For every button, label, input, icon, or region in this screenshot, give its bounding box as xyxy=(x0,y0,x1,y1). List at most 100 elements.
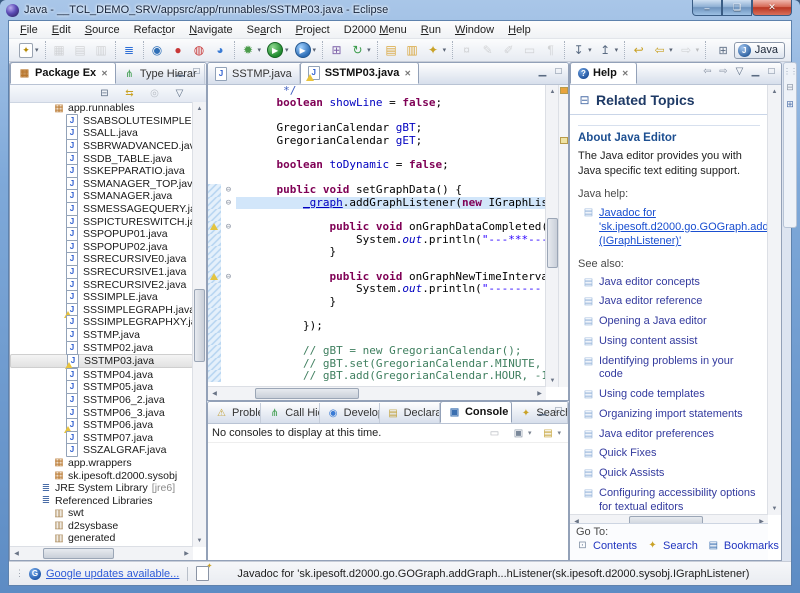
see-also-link[interactable]: ▤Java editor reference xyxy=(582,295,760,309)
close-button[interactable]: ✕ xyxy=(752,0,792,16)
close-tab-icon[interactable]: ✕ xyxy=(404,69,411,78)
focus-task-button[interactable]: ◎ xyxy=(145,85,164,102)
tree-item[interactable]: JSSTMP04.java xyxy=(10,368,193,381)
goto-bookmarks-link[interactable]: ▤Bookmarks xyxy=(707,539,779,552)
code-line[interactable]: ⊖ public void onGraphNewTimeInterval(IGr… xyxy=(208,271,546,283)
tree-item[interactable]: ≣Referenced Libraries xyxy=(10,494,193,507)
back-help-button[interactable]: ⇦ xyxy=(701,66,714,77)
code-line[interactable] xyxy=(208,110,546,122)
search-dropdown-icon[interactable]: ▾ xyxy=(443,46,447,54)
scroll-down-arrow[interactable]: ▼ xyxy=(193,534,206,547)
see-also-link[interactable]: ▤Java editor preferences xyxy=(582,428,760,442)
scroll-left-arrow[interactable]: ◀ xyxy=(208,387,221,400)
see-also-link[interactable]: ▤Configuring accessibility options for t… xyxy=(582,487,760,515)
fold-marker-icon[interactable]: ⊖ xyxy=(221,271,236,283)
d2000-target-button[interactable]: ◍ xyxy=(190,42,209,59)
fold-marker-icon[interactable]: ⊖ xyxy=(221,197,236,209)
d2000-blue-button[interactable]: ◕ xyxy=(211,42,230,59)
code-line[interactable]: // gBT.set(GregorianCalendar.MINUTE, 0); xyxy=(208,358,546,370)
tree-item[interactable]: JSSSIMPLE.java xyxy=(10,291,193,304)
display-console-button[interactable]: ▣▾ xyxy=(509,425,534,442)
code-line[interactable]: System.out.println("---***---onGraphDat xyxy=(208,234,546,246)
tree-item[interactable]: JSSSIMPLEGRAPH.java xyxy=(10,304,193,317)
tree-item[interactable]: JSSTMP06_3.java xyxy=(10,406,193,419)
maximize-view-icon[interactable]: □ xyxy=(552,405,565,416)
tree-item[interactable]: ▥d2sysbase xyxy=(10,520,193,533)
see-also-link[interactable]: ▤Java editor concepts xyxy=(582,276,760,290)
overview-ruler[interactable] xyxy=(558,85,568,387)
scroll-left-arrow[interactable]: ◀ xyxy=(10,547,23,560)
menu-d2000-menu[interactable]: D2000 Menu xyxy=(337,23,414,37)
editor-tab-sstmp-java[interactable]: JSSTMP.java xyxy=(208,64,300,84)
run-button[interactable]: ▶▾ xyxy=(265,41,291,59)
external-tools-dropdown-icon[interactable]: ▾ xyxy=(313,46,317,54)
open-folder-button[interactable]: ▥ xyxy=(403,42,422,59)
tree-item[interactable]: JSSSIMPLEGRAPHXY.java xyxy=(10,316,193,329)
menu-file[interactable]: File xyxy=(13,23,45,37)
code-line[interactable]: }); xyxy=(208,320,546,332)
tree-item[interactable]: JSSTMP05.java xyxy=(10,381,193,394)
open-plugin-button[interactable]: ▤ xyxy=(382,42,401,59)
overview-warning-marker[interactable] xyxy=(560,137,568,144)
tree-item[interactable]: JSSRECURSIVE0.java xyxy=(10,253,193,266)
code-line[interactable]: boolean showLine = false; xyxy=(208,97,546,109)
tree-item[interactable]: JSSBRWADVANCED.java xyxy=(10,140,193,153)
forward-help-button[interactable]: ⇨ xyxy=(717,66,730,77)
back-button[interactable]: ⇦▾ xyxy=(650,42,675,59)
tree-item[interactable]: JSSPOPUP02.java xyxy=(10,241,193,254)
new-java-project-button[interactable]: ⊞ xyxy=(327,42,346,59)
tree-item[interactable]: JSSZALGRAF.java xyxy=(10,444,193,457)
code-line[interactable] xyxy=(208,172,546,184)
close-tab-icon[interactable]: ✕ xyxy=(101,69,108,78)
tree-item[interactable]: JSSMANAGER.java xyxy=(10,190,193,203)
tree-item[interactable]: ▦app.wrappers xyxy=(10,457,193,470)
sliders-button[interactable]: ≣ xyxy=(120,42,139,59)
tree-item[interactable]: JSSTMP03.java xyxy=(10,354,193,369)
minimize-view-icon[interactable]: ▁ xyxy=(536,405,549,416)
next-annotation-button[interactable]: ↧▾ xyxy=(569,42,594,59)
see-also-link[interactable]: ▤Identifying problems in your code xyxy=(582,355,760,383)
editor-vertical-scrollbar[interactable]: ▲ ▼ xyxy=(545,85,559,387)
see-also-link[interactable]: ▤Opening a Java editor xyxy=(582,315,760,329)
console-tab-develop[interactable]: ◉Develop xyxy=(320,403,380,423)
tree-item[interactable]: JSSABSOLUTESIMPLE.java xyxy=(10,115,193,128)
title-bar[interactable]: Java - __TCL_DEMO_SRV/appsrc/app/runnabl… xyxy=(0,0,800,20)
d2000-red-button[interactable]: ● xyxy=(169,42,188,59)
code-line[interactable]: // gBT.add(GregorianCalendar.HOUR, -10); xyxy=(208,370,546,382)
tree-item[interactable]: JSSTMP06.java xyxy=(10,419,193,432)
close-tab-icon[interactable]: ✕ xyxy=(622,69,629,78)
code-line[interactable]: GregorianCalendar gBT; xyxy=(208,122,546,134)
debug-dropdown-icon[interactable]: ▾ xyxy=(258,46,262,54)
back-dropdown-icon[interactable]: ▾ xyxy=(669,46,673,54)
drag-handle-icon[interactable]: ⋮⋮ xyxy=(783,67,797,76)
tree-item[interactable]: JSSTMP.java xyxy=(10,329,193,342)
help-vertical-scrollbar[interactable]: ▲ ▼ xyxy=(767,85,781,515)
generate-button[interactable]: ↻▾ xyxy=(348,42,373,59)
scrollbar-thumb[interactable] xyxy=(43,548,115,559)
menu-navigate[interactable]: Navigate xyxy=(182,23,239,37)
minimize-button[interactable]: – xyxy=(692,0,722,16)
maximize-view-icon[interactable]: □ xyxy=(190,66,203,77)
tree-item[interactable]: ▥generated xyxy=(10,532,193,545)
menu-refactor[interactable]: Refactor xyxy=(127,23,183,37)
tree-item[interactable]: ≣JRE System Library[jre6] xyxy=(10,482,193,495)
see-also-link[interactable]: ▤Quick Assists xyxy=(582,467,760,481)
javadoc-link[interactable]: ▤ Javadoc for 'sk.ipesoft.d2000.go.GOGra… xyxy=(582,206,760,249)
tree-item[interactable]: JSSRECURSIVE1.java xyxy=(10,266,193,279)
fast-view-new-icon[interactable] xyxy=(196,566,209,581)
editor-horizontal-scrollbar[interactable]: ◀ ▶ xyxy=(208,386,546,400)
scrollbar-thumb[interactable] xyxy=(547,218,558,268)
code-line[interactable]: } xyxy=(208,246,546,258)
new-wizard-button[interactable]: ✦▾ xyxy=(17,42,41,59)
previous-annotation-button[interactable]: ↥▾ xyxy=(596,42,621,59)
next-annotation-dropdown-icon[interactable]: ▾ xyxy=(588,46,592,54)
overview-change-marker[interactable] xyxy=(560,87,568,94)
code-line[interactable]: boolean toDynamic = false; xyxy=(208,159,546,171)
code-editor[interactable]: */ boolean showLine = false; GregorianCa… xyxy=(208,85,546,387)
goto-contents-link[interactable]: ⊡Contents xyxy=(576,539,637,552)
menu-source[interactable]: Source xyxy=(78,23,127,37)
goto-search-link[interactable]: ✦Search xyxy=(646,539,698,552)
open-console-dropdown-icon[interactable]: ▾ xyxy=(557,429,561,437)
search-button[interactable]: ✦▾ xyxy=(424,42,449,59)
code-line[interactable] xyxy=(208,147,546,159)
